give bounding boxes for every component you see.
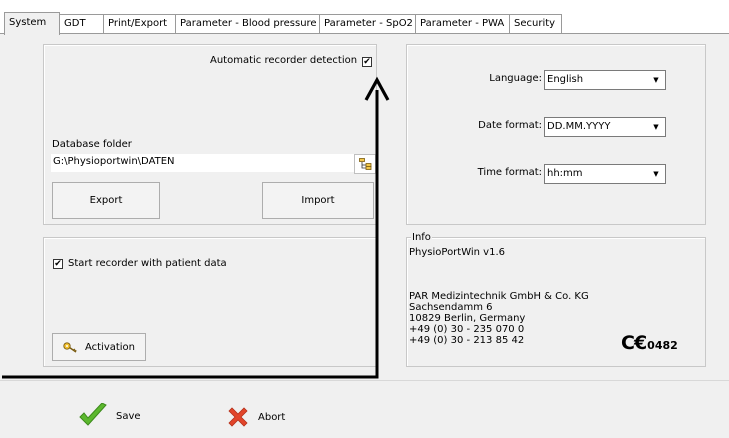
abort-button[interactable]: Abort xyxy=(226,405,285,429)
save-button[interactable]: Save xyxy=(78,403,141,429)
annotation-arrow xyxy=(2,76,390,379)
save-label: Save xyxy=(116,410,141,422)
close-icon xyxy=(228,407,248,427)
checkmark-icon xyxy=(79,403,107,426)
abort-label: Abort xyxy=(258,411,286,423)
tab-label: System xyxy=(9,17,47,28)
tab-system[interactable]: System xyxy=(4,12,60,35)
bottom-bar: Save Abort xyxy=(0,380,729,438)
